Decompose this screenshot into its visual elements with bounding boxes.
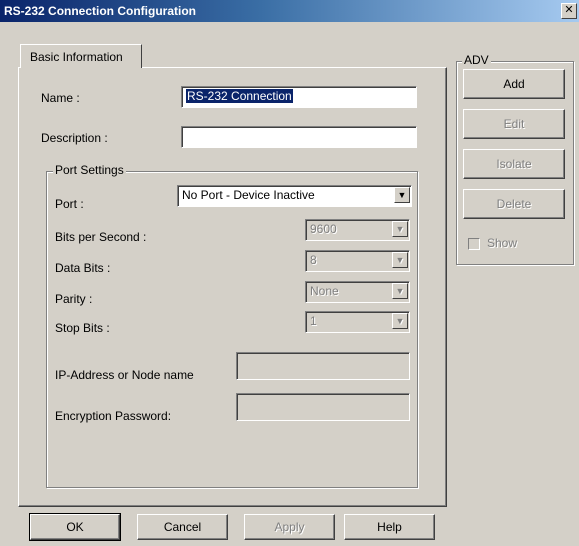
- window-title: RS-232 Connection Configuration: [4, 4, 196, 18]
- help-button[interactable]: Help: [344, 514, 435, 540]
- parity-select-value: None: [310, 284, 339, 298]
- parity-label: Parity :: [55, 292, 93, 306]
- adv-group-title: ADV: [462, 53, 491, 67]
- bps-select: 9600 ▼: [305, 219, 410, 241]
- encryption-password-label: Encryption Password:: [55, 409, 172, 423]
- data-bits-label: Data Bits :: [55, 261, 111, 275]
- apply-button: Apply: [244, 514, 335, 540]
- ok-button[interactable]: OK: [29, 513, 121, 541]
- isolate-button: Isolate: [463, 149, 565, 179]
- tab-basic-information[interactable]: Basic Information: [20, 44, 142, 68]
- help-button-label: Help: [377, 520, 402, 534]
- data-bits-select: 8 ▼: [305, 250, 410, 272]
- add-button-label: Add: [503, 77, 525, 91]
- add-button[interactable]: Add: [463, 69, 565, 99]
- parity-select: None ▼: [305, 281, 410, 303]
- description-label: Description :: [41, 131, 108, 145]
- chevron-down-icon: ▼: [392, 313, 408, 329]
- chevron-down-icon: ▼: [392, 252, 408, 268]
- port-label: Port :: [55, 197, 84, 211]
- cancel-button-label: Cancel: [163, 520, 202, 534]
- ip-address-label: IP-Address or Node name: [55, 368, 194, 382]
- title-bar: RS-232 Connection Configuration ✕: [0, 0, 579, 22]
- delete-button-label: Delete: [496, 197, 532, 211]
- show-checkbox-label: Show: [487, 236, 518, 250]
- ip-address-field: [236, 352, 410, 380]
- stop-bits-select-value: 1: [310, 314, 317, 328]
- stop-bits-select: 1 ▼: [305, 311, 410, 333]
- name-field-text: RS-232 Connection: [186, 89, 293, 103]
- description-field[interactable]: [181, 126, 417, 148]
- stop-bits-label: Stop Bits :: [55, 321, 110, 335]
- data-bits-select-value: 8: [310, 253, 317, 267]
- delete-button: Delete: [463, 189, 565, 219]
- name-label: Name :: [41, 91, 80, 105]
- encryption-password-field: [236, 393, 410, 421]
- close-icon[interactable]: ✕: [561, 3, 577, 19]
- cancel-button[interactable]: Cancel: [137, 514, 228, 540]
- port-select[interactable]: No Port - Device Inactive ▼: [177, 185, 412, 207]
- port-select-value: No Port - Device Inactive: [182, 188, 315, 202]
- show-checkbox: [468, 238, 480, 250]
- edit-button-label: Edit: [503, 117, 525, 131]
- apply-button-label: Apply: [274, 520, 305, 534]
- bps-select-value: 9600: [310, 222, 337, 236]
- ok-button-label: OK: [66, 520, 84, 534]
- edit-button: Edit: [463, 109, 565, 139]
- port-settings-title: Port Settings: [53, 163, 126, 177]
- bps-label: Bits per Second :: [55, 230, 147, 244]
- chevron-down-icon: ▼: [392, 221, 408, 237]
- name-field[interactable]: RS-232 Connection: [181, 86, 417, 108]
- chevron-down-icon[interactable]: ▼: [394, 187, 410, 203]
- chevron-down-icon: ▼: [392, 283, 408, 299]
- isolate-button-label: Isolate: [496, 157, 532, 171]
